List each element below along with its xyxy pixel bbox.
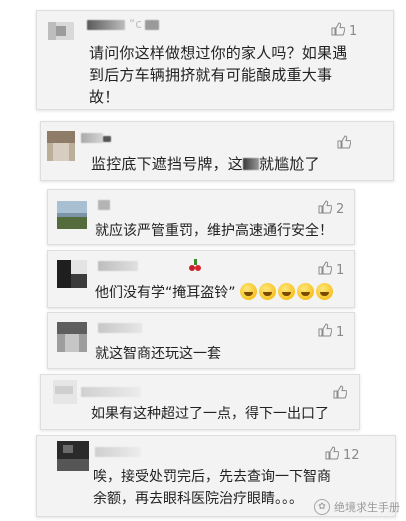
nickname-blurred-2 bbox=[145, 20, 159, 30]
grin-emoji-icon bbox=[315, 283, 333, 300]
nickname-blurred-2 bbox=[103, 136, 111, 142]
watermark-text: 绝境求生手册 bbox=[334, 501, 400, 514]
nickname-blurred bbox=[98, 200, 110, 210]
comment-text: 他们没有学“掩耳盗铃” bbox=[95, 282, 353, 304]
nickname-blurred bbox=[81, 387, 141, 397]
thumbs-up-icon bbox=[333, 385, 348, 403]
comment-text: 监控底下遮挡号牌，这 就尴尬了 bbox=[91, 153, 381, 175]
like-count: 1 bbox=[349, 23, 358, 39]
watermark: ✿ 绝境求生手册 bbox=[314, 499, 400, 515]
thumbs-up-icon bbox=[318, 200, 333, 218]
avatar[interactable] bbox=[48, 22, 74, 40]
comment-card-1: “c 1 请问你这样做想过你的家人吗？如果遇 到后方车辆拥挤就有可能酿成重大事 … bbox=[36, 10, 394, 110]
like-button[interactable]: 2 bbox=[318, 200, 345, 218]
nickname-blurred bbox=[98, 323, 142, 333]
thumbs-up-icon bbox=[337, 135, 352, 153]
like-button[interactable] bbox=[333, 385, 351, 403]
nickname-blurred bbox=[87, 20, 125, 30]
thumbs-up-icon bbox=[325, 446, 340, 464]
avatar[interactable] bbox=[57, 441, 89, 471]
comment-line: 请问你这样做想过你的家人吗？如果遇 bbox=[89, 44, 348, 62]
avatar[interactable] bbox=[57, 201, 87, 229]
comment-text-part: 就尴尬了 bbox=[259, 155, 320, 173]
grin-emoji-icon bbox=[277, 283, 295, 300]
comment-text-part: 监控底下遮挡号牌，这 bbox=[91, 155, 244, 173]
cherry-icon bbox=[188, 259, 202, 273]
thumbs-up-icon bbox=[318, 323, 333, 341]
comment-text: 如果有这种超过了一点，得下一出口了 bbox=[91, 406, 329, 422]
nickname-blurred bbox=[95, 447, 141, 457]
wechat-channel-icon: ✿ bbox=[314, 499, 330, 515]
comment-text: 就这智商还玩这一套 bbox=[95, 346, 221, 362]
grin-emoji-icon bbox=[258, 283, 276, 300]
comment-text-part: 他们没有学“掩耳盗铃” bbox=[95, 285, 236, 301]
thumbs-up-icon bbox=[331, 22, 346, 40]
comment-text: 请问你这样做想过你的家人吗？如果遇 到后方车辆拥挤就有可能酿成重大事 故！ bbox=[89, 42, 389, 108]
avatar[interactable] bbox=[47, 131, 75, 161]
like-count: 1 bbox=[336, 324, 345, 340]
like-count: 1 bbox=[336, 262, 345, 278]
like-count: 12 bbox=[343, 447, 360, 463]
like-count: 2 bbox=[336, 201, 345, 217]
nickname-blurred bbox=[98, 261, 138, 271]
comment-line: 故！ bbox=[89, 88, 120, 106]
comment-text: 就应该严管重罚，维护高速通行安全！ bbox=[95, 223, 333, 239]
comment-card-5: 1 就这智商还玩这一套 bbox=[47, 312, 355, 369]
thumbs-up-icon bbox=[318, 261, 333, 279]
like-button[interactable]: 1 bbox=[318, 261, 345, 279]
comment-card-6: 如果有这种超过了一点，得下一出口了 bbox=[40, 374, 360, 430]
comment-line: 唉，接受处罚完后，先去查询一下智商 bbox=[93, 469, 331, 485]
censor-mask bbox=[243, 158, 260, 170]
comment-line: 到后方车辆拥挤就有可能酿成重大事 bbox=[89, 66, 333, 84]
avatar[interactable] bbox=[53, 380, 77, 404]
avatar[interactable] bbox=[57, 260, 87, 288]
grin-emoji-icon bbox=[239, 283, 257, 300]
comment-card-4: 1 他们没有学“掩耳盗铃” bbox=[47, 250, 355, 308]
grin-emoji-icon bbox=[296, 283, 314, 300]
like-button[interactable] bbox=[337, 135, 355, 153]
like-button[interactable]: 1 bbox=[318, 323, 345, 341]
comment-card-3: 2 就应该严管重罚，维护高速通行安全！ bbox=[47, 189, 355, 245]
like-button[interactable]: 1 bbox=[331, 22, 358, 40]
like-button[interactable]: 12 bbox=[325, 446, 360, 464]
comment-card-2: 监控底下遮挡号牌，这 就尴尬了 bbox=[40, 121, 394, 181]
nickname-visible: “c bbox=[129, 17, 142, 31]
avatar[interactable] bbox=[57, 322, 87, 352]
nickname-blurred bbox=[81, 133, 103, 143]
